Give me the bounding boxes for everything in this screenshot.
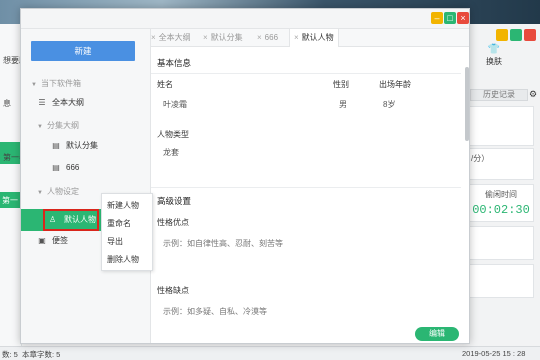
close-icon[interactable]: × <box>294 33 299 42</box>
divider <box>151 187 461 188</box>
speed-card: /分） <box>468 148 534 180</box>
tree-item-default-character[interactable]: ♙ 默认人物 <box>21 209 101 231</box>
tree-item-666[interactable]: ▤ 666 <box>51 163 79 172</box>
name-field[interactable]: 叶凌霜 <box>163 99 187 110</box>
gear-icon[interactable]: ⚙ <box>529 89 537 100</box>
close-icon[interactable]: × <box>203 33 208 42</box>
new-button[interactable]: 新建 <box>31 41 135 61</box>
minimize-icon[interactable]: – <box>431 12 443 24</box>
info-card <box>468 106 534 146</box>
main-left-text: 息 <box>3 99 11 108</box>
chevron-down-icon: ▼ <box>37 190 43 196</box>
note-icon: ▣ <box>38 236 46 245</box>
dialog-title-bar[interactable]: – □ × <box>21 9 469 29</box>
skin-label: 换肤 <box>486 57 502 66</box>
history-tab[interactable]: 历史记录 <box>470 89 528 101</box>
tree-item-all-outline[interactable]: ☰ 全本大纲 <box>37 97 84 108</box>
tree-item-default-episode[interactable]: ▤ 默认分集 <box>51 140 98 151</box>
close-icon[interactable]: × <box>151 33 156 42</box>
status-chapter-chars: 本章字数: 5 <box>22 350 61 359</box>
weakness-label: 性格缺点 <box>157 286 189 295</box>
close-icon[interactable]: × <box>257 33 262 42</box>
maximize-icon[interactable]: □ <box>444 12 456 24</box>
section-character-group[interactable]: ▼ 人物设定 <box>37 186 79 197</box>
age-field[interactable]: 8岁 <box>383 99 395 110</box>
main-left-panel: 想要助 息 第一卷 第一 <box>0 24 27 346</box>
menu-item-rename[interactable]: 重命名 <box>107 218 131 229</box>
info-card <box>468 226 534 260</box>
dialog-sidebar: 新建 ▼ 当下软件箱 ☰ 全本大纲 ▼ 分集大纲 ▤ 默认分集 ▤ 666 ▼ 人物设定 ♙… <box>21 29 151 343</box>
skin-button[interactable]: 👕 换肤 <box>482 44 506 67</box>
strength-label: 性格优点 <box>157 218 189 227</box>
status-bar: 数: 5 本章字数: 5 2019-05-25 15 : 28 <box>0 346 540 360</box>
tab-default-character[interactable]: × 默认人物 <box>289 29 339 47</box>
advanced-heading: 高级设置 <box>157 196 192 206</box>
main-window-controls <box>496 29 536 41</box>
age-label: 出场年龄 <box>379 80 411 89</box>
close-icon[interactable] <box>524 29 536 41</box>
gender-label: 性别 <box>333 80 349 89</box>
timer-label: 偷闲时间 <box>485 190 517 199</box>
list-icon: ☰ <box>38 98 46 107</box>
tab-all-outline[interactable]: × 全本大纲 <box>151 29 191 47</box>
tab-666[interactable]: × 666 <box>257 29 278 47</box>
basic-info-heading: 基本信息 <box>157 58 192 68</box>
vertical-scrollbar[interactable] <box>465 67 469 141</box>
document-icon: ▤ <box>52 163 60 172</box>
strength-field[interactable]: 示例：如自律性高、忍耐、刻苦等 <box>163 238 283 249</box>
type-label: 人物类型 <box>157 130 189 139</box>
document-icon: ▤ <box>52 141 60 150</box>
tree-item-notes[interactable]: ▣ 便签 <box>37 235 68 246</box>
chevron-down-icon: ▼ <box>31 82 37 88</box>
divider <box>151 73 461 74</box>
status-datetime: 2019-05-25 15 : 28 <box>462 349 526 358</box>
character-form: 基本信息 姓名 性别 出场年龄 叶凌霜 男 8岁 人物类型 龙套 高级设置 性格… <box>151 47 469 343</box>
section-outline-group[interactable]: ▼ 分集大纲 <box>37 120 79 131</box>
minimize-icon[interactable] <box>496 29 508 41</box>
speed-text: /分） <box>471 154 490 163</box>
shirt-icon: 👕 <box>487 44 501 55</box>
chevron-down-icon: ▼ <box>37 124 43 130</box>
menu-item-export[interactable]: 导出 <box>107 236 123 247</box>
maximize-icon[interactable] <box>510 29 522 41</box>
section-current[interactable]: ▼ 当下软件箱 <box>31 78 81 89</box>
timer-card: 偷闲时间 00:02:30 <box>468 184 534 222</box>
timer-value: 00:02:30 <box>472 203 530 217</box>
menu-item-new-character[interactable]: 新建人物 <box>107 200 139 211</box>
selection-highlight: ♙ 默认人物 <box>43 209 99 231</box>
type-field[interactable]: 龙套 <box>163 147 179 158</box>
tab-default-episode[interactable]: × 默认分集 <box>203 29 243 47</box>
name-label: 姓名 <box>157 80 173 89</box>
info-card <box>468 264 534 298</box>
main-left-chapter[interactable]: 第一 <box>0 192 22 208</box>
person-icon: ♙ <box>49 215 57 224</box>
document-tabs: × 全本大纲 × 默认分集 × 666 × 默认人物 <box>151 29 469 47</box>
character-settings-dialog: – □ × 新建 ▼ 当下软件箱 ☰ 全本大纲 ▼ 分集大纲 ▤ 默认分集 ▤ 666 ▼… <box>20 8 470 344</box>
gender-field[interactable]: 男 <box>339 99 347 110</box>
context-menu: 新建人物 重命名 导出 删除人物 <box>101 193 153 271</box>
close-icon[interactable]: × <box>457 12 469 24</box>
menu-item-delete-character[interactable]: 删除人物 <box>107 254 139 265</box>
edit-button[interactable]: 编辑 <box>415 327 459 341</box>
weakness-field[interactable]: 示例：如多疑、自私、冷漠等 <box>163 306 267 317</box>
status-count: 数: 5 <box>2 350 18 359</box>
